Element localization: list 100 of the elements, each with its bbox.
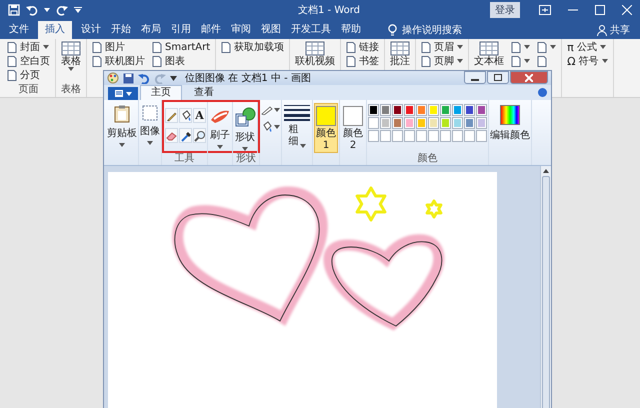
ribbon-tab[interactable]: 设计 [76,21,106,39]
scrollbar[interactable] [540,166,551,408]
up-arrow-icon [543,169,549,173]
color-swatch[interactable] [428,104,439,116]
color-swatch[interactable] [440,117,451,129]
ribbon-button[interactable]: 表格 [61,40,81,71]
ribbon-button[interactable]: Ω 符号 [567,54,608,68]
color-swatch[interactable] [476,104,487,116]
color-swatch[interactable] [464,117,475,129]
ribbon-tab[interactable]: 开始 [106,21,136,39]
page-icon [7,42,17,52]
text-tool-button[interactable]: A [193,108,206,123]
color-swatch[interactable] [416,130,427,142]
color-swatch[interactable] [428,130,439,142]
page-icon [537,42,548,52]
ribbon-button[interactable]: 联机视频 [295,40,336,67]
color-slot[interactable]: 颜色 2 [341,103,365,153]
sign-in-button[interactable]: 登录 [490,2,520,18]
ribbon-icon-button[interactable] [511,40,530,54]
ribbon-button[interactable]: SmartArt [152,40,210,54]
color-swatch[interactable] [476,117,487,129]
ribbon-icon-button[interactable] [537,40,556,54]
maximize-button[interactable] [487,71,509,84]
color-swatch[interactable] [368,104,379,116]
ribbon-tab[interactable]: 插入 [38,21,72,39]
scrollbar-thumb[interactable] [542,176,550,408]
ribbon-button[interactable]: 剪贴板 [107,103,137,149]
color-swatch[interactable] [428,117,439,129]
color-swatch[interactable] [404,117,415,129]
ribbon-button[interactable]: 页眉 [421,40,464,54]
caret-icon [126,92,132,96]
color-swatch[interactable] [368,130,379,142]
color-swatch[interactable] [404,104,415,116]
color-swatch[interactable] [368,117,379,129]
fill-button[interactable] [261,121,280,132]
color-swatch[interactable] [380,117,391,129]
share-button[interactable]: 共享 [610,23,630,37]
search-field[interactable]: 操作说明搜索 [402,23,462,37]
ribbon-button[interactable]: 图片 [92,40,145,54]
ribbon-button[interactable]: 形状 [234,105,256,153]
color-swatch[interactable] [464,104,475,116]
page-icon [92,56,102,66]
ribbon-button[interactable]: 页脚 [421,54,464,68]
ribbon-tab[interactable]: 引用 [166,21,196,39]
tool-button[interactable] [179,128,192,143]
tool-button[interactable] [179,108,192,123]
ribbon-button[interactable]: 文本框 [474,40,504,67]
ribbon-tab[interactable]: 文件 [4,21,34,39]
color-swatch[interactable] [392,117,403,129]
ribbon-button[interactable]: 链接 [346,40,380,54]
ribbon-icon-button[interactable] [511,54,530,68]
ribbon-button[interactable]: 分页 [7,68,50,82]
close-button[interactable] [510,71,548,84]
ribbon-tab[interactable]: 视图 [256,21,286,39]
color-swatch[interactable] [416,104,427,116]
tool-button[interactable] [165,108,178,123]
ribbon-button[interactable]: 获取加载项 [221,40,284,54]
ribbon-button[interactable]: π 公式 [567,40,608,54]
ribbon-button[interactable]: 图表 [152,54,210,68]
caret-icon [242,147,248,151]
outline-button[interactable] [261,105,280,115]
star-drawing [426,200,442,218]
edit-colors-button[interactable]: 编辑颜色 [490,103,530,144]
color-swatch[interactable] [404,130,415,142]
ribbon-button[interactable]: 封面 [7,40,50,54]
ribbon-button[interactable]: 联机图片 [92,54,145,68]
color-swatch[interactable] [392,130,403,142]
color-swatch[interactable] [464,130,475,142]
color-swatch[interactable] [416,117,427,129]
ribbon-tab[interactable]: 主页 [140,85,182,100]
page-icon [152,42,162,52]
ribbon-tab[interactable]: 帮助 [336,21,366,39]
size-button[interactable]: 粗细 [283,103,311,150]
star-drawing [356,186,386,222]
color-swatch[interactable] [440,130,451,142]
caret-icon [300,144,306,148]
ribbon-tab[interactable]: 开发工具 [286,21,336,39]
ribbon-button[interactable]: 批注 [390,40,410,67]
color-swatch[interactable] [476,130,487,142]
ribbon-tab[interactable]: 邮件 [196,21,226,39]
ribbon-button[interactable]: 书签 [346,54,380,68]
color-swatch[interactable] [380,104,391,116]
ribbon-button[interactable]: 空白页 [7,54,50,68]
minimize-button[interactable] [464,71,486,84]
menu-button[interactable] [108,87,138,100]
ribbon-button[interactable]: 刷子 [209,105,231,151]
color-swatch[interactable] [452,104,463,116]
color-slot[interactable]: 颜色 1 [314,103,338,153]
color-swatch[interactable] [452,117,463,129]
ribbon-tab[interactable]: 审阅 [226,21,256,39]
ribbon-button[interactable]: 图像 [140,103,160,147]
help-icon [538,88,547,97]
ribbon-tab[interactable]: 布局 [136,21,166,39]
color-swatch[interactable] [452,130,463,142]
color-swatch[interactable] [380,130,391,142]
tool-button[interactable] [193,128,206,143]
color-swatch[interactable] [440,104,451,116]
caret-icon [217,145,223,149]
color-swatch[interactable] [392,104,403,116]
ribbon-tab[interactable]: 查看 [184,86,224,100]
